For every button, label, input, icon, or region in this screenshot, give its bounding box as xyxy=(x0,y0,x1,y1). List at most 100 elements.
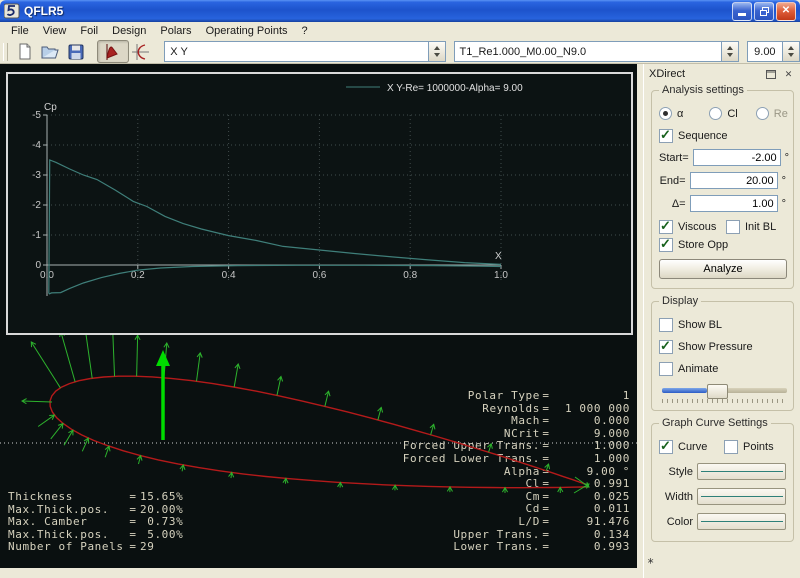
menu-item-polars[interactable]: Polars xyxy=(153,24,198,38)
curve-label: Curve xyxy=(678,441,708,453)
titlebar: QFLR5 ✕ xyxy=(0,0,800,22)
slider-fill xyxy=(662,388,707,393)
operating-point-row: Polar Type = 1 xyxy=(467,389,630,402)
viscous-checkbox[interactable] xyxy=(659,218,673,234)
operating-point-row: Lower Trans. = 0.993 xyxy=(453,540,630,554)
slider-rest xyxy=(726,388,787,393)
save-floppy-icon xyxy=(68,44,84,59)
alpha-radio-label: α xyxy=(677,107,684,120)
toolbar-grip[interactable] xyxy=(3,42,8,61)
polar-combo-spin[interactable] xyxy=(720,42,738,61)
menu-item-view[interactable]: View xyxy=(36,24,74,38)
project-modified-marker: * xyxy=(647,556,655,570)
sequence-checkbox[interactable] xyxy=(659,127,673,143)
svg-text:X Y-Re= 1000000-Alpha= 9.00: X Y-Re= 1000000-Alpha= 9.00 xyxy=(387,83,523,94)
start-label: Start= xyxy=(659,151,689,164)
alpha-combo[interactable]: 9.00 xyxy=(746,41,800,62)
re-radio-label: Re xyxy=(773,107,788,120)
animate-label: Animate xyxy=(678,363,719,375)
points-checkbox[interactable] xyxy=(724,440,738,454)
store-opp-label: Store Opp xyxy=(678,239,729,251)
cl-radio[interactable] xyxy=(709,107,723,120)
graph-variable-spin[interactable] xyxy=(427,42,445,61)
main-area: -5 -4 -3 -2 -1 0 0.0 0.2 0.4 0.6 0.8 1.0 Cp X X Y-Re= … xyxy=(0,64,800,578)
graph-variable-combo[interactable]: X Y xyxy=(164,41,446,62)
cl-radio-label: Cl xyxy=(727,107,738,120)
display-group: Display Show BL Show Pressure Animate xyxy=(651,295,794,411)
init-bl-label: Init BL xyxy=(745,221,777,233)
end-unit: ° xyxy=(781,174,786,187)
operating-point-row: L/D = 91.476 xyxy=(518,514,630,528)
end-label: End= xyxy=(659,174,686,187)
operating-point-row: Mach = 0.000 xyxy=(511,414,630,428)
minimize-button[interactable] xyxy=(732,1,752,21)
open-file-button[interactable] xyxy=(38,40,64,63)
init-bl-checkbox[interactable] xyxy=(726,220,740,234)
store-opp-checkbox[interactable] xyxy=(659,236,673,252)
graphics-area: -5 -4 -3 -2 -1 0 0.0 0.2 0.4 0.6 0.8 1.0 Cp X X Y-Re= … xyxy=(0,64,637,568)
cp-graph: -5-4-3-2-100.0 0.2 0.4 0.6 0.8 1.0CpXX Y-Re= … xyxy=(32,83,628,296)
menu-item-file[interactable]: File xyxy=(4,24,36,38)
polar-view-button[interactable] xyxy=(129,40,155,63)
color-line-sample xyxy=(700,521,783,522)
style-label: Style xyxy=(668,465,693,478)
menu-item-?[interactable]: ? xyxy=(295,24,315,38)
sequence-label: Sequence xyxy=(678,130,728,142)
end-field[interactable] xyxy=(689,172,778,189)
close-button[interactable]: ✕ xyxy=(776,1,796,21)
open-folder-icon xyxy=(41,46,59,58)
width-line-sample xyxy=(700,496,783,497)
polar-combo[interactable]: T1_Re1.000_M0.00_N9.0 xyxy=(453,41,739,62)
slider-handle[interactable] xyxy=(707,384,728,399)
show-bl-checkbox[interactable] xyxy=(659,318,673,332)
svg-text:-3: -3 xyxy=(32,170,41,181)
viscous-label: Viscous xyxy=(678,221,717,233)
new-file-button[interactable] xyxy=(12,40,38,63)
close-panel-icon[interactable]: ✕ xyxy=(781,67,796,81)
animate-checkbox[interactable] xyxy=(659,362,673,376)
alpha-radio[interactable] xyxy=(659,107,672,120)
graph-curve-settings-group: Graph Curve Settings Curve Points Style … xyxy=(651,417,794,542)
foil-info-row: Thickness = 15.65% xyxy=(8,490,184,503)
svg-text:X: X xyxy=(495,251,502,262)
graph-variable-value: X Y xyxy=(170,45,188,58)
alpha-combo-spin[interactable] xyxy=(782,42,800,61)
curve-color-button[interactable] xyxy=(697,513,786,530)
cp-view-button[interactable] xyxy=(97,40,129,63)
svg-text:-4: -4 xyxy=(32,140,41,151)
save-button[interactable] xyxy=(63,40,89,63)
app-icon xyxy=(4,3,20,19)
graph-curve-settings-title: Graph Curve Settings xyxy=(659,417,771,429)
curve-width-button[interactable] xyxy=(697,488,786,505)
xdirect-title: XDirect xyxy=(649,68,686,80)
polar-combo-value: T1_Re1.000_M0.00_N9.0 xyxy=(459,45,587,58)
svg-text:0.2: 0.2 xyxy=(131,270,145,281)
float-panel-icon[interactable] xyxy=(763,67,778,81)
svg-text:0.8: 0.8 xyxy=(403,270,417,281)
toolbar: X Y T1_Re1.000_M0.00_N9.0 9.00 xyxy=(0,40,800,64)
foil-info-block: Thickness = 15.65% Max.Thick.pos. = 20.00% Max… xyxy=(8,490,184,554)
show-bl-label: Show BL xyxy=(678,319,723,331)
menu-item-foil[interactable]: Foil xyxy=(73,24,105,38)
points-label: Points xyxy=(743,441,774,453)
animation-speed-slider[interactable] xyxy=(662,384,787,399)
curve-checkbox[interactable] xyxy=(659,438,673,454)
svg-text:1.0: 1.0 xyxy=(494,270,508,281)
menu-item-operating-points[interactable]: Operating Points xyxy=(199,24,295,38)
curve-style-button[interactable] xyxy=(697,463,786,480)
start-field[interactable] xyxy=(692,149,781,166)
menubar: File View Foil Design Polars Operating Points… xyxy=(0,22,800,40)
xdirect-panel: XDirect ✕ Analysis settings α Cl Re ✓ Se… xyxy=(643,64,800,578)
menu-item-design[interactable]: Design xyxy=(105,24,153,38)
show-pressure-label: Show Pressure xyxy=(678,341,753,353)
show-pressure-checkbox[interactable] xyxy=(659,338,673,354)
re-radio[interactable] xyxy=(755,107,769,120)
cp-distribution-icon xyxy=(106,43,118,60)
delta-label: Δ= xyxy=(671,197,686,210)
restore-button[interactable] xyxy=(754,1,774,21)
analyze-button[interactable]: Analyze xyxy=(659,259,787,279)
delta-field[interactable] xyxy=(689,195,778,212)
svg-text:-5: -5 xyxy=(32,110,41,121)
slider-ticks xyxy=(662,399,783,403)
xdirect-header: XDirect ✕ xyxy=(644,64,800,84)
